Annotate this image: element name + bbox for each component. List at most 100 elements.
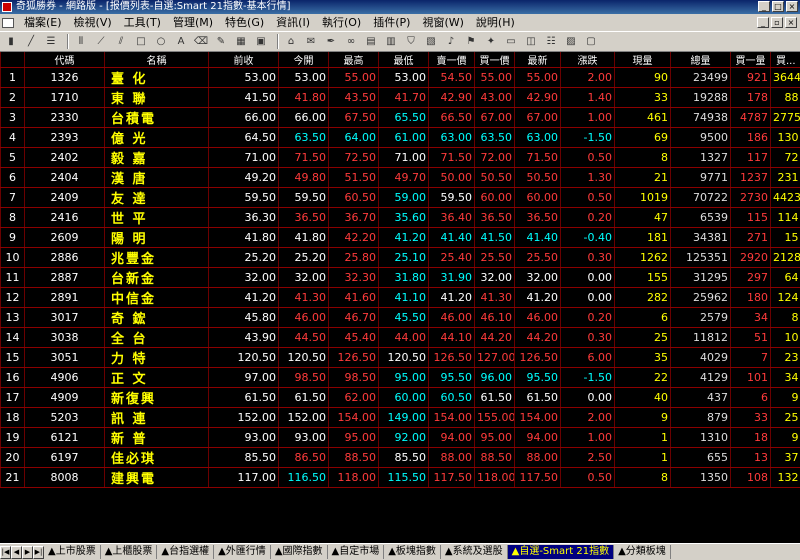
hline-icon[interactable]: ☰	[43, 35, 59, 49]
col-code[interactable]: 代碼	[24, 52, 105, 68]
line-icon[interactable]: ╱	[23, 35, 39, 49]
col-total-volume[interactable]: 總量	[670, 52, 731, 68]
menu-view[interactable]: 檢視(V)	[68, 14, 118, 31]
menu-manage[interactable]: 管理(M)	[167, 14, 219, 31]
tab-scroll-last[interactable]: ▶|	[33, 545, 44, 559]
market-tab[interactable]: ▲分類板塊	[614, 545, 671, 559]
menu-features[interactable]: 特色(G)	[219, 14, 270, 31]
document-icon[interactable]	[2, 17, 14, 28]
tab-scroll-first[interactable]: |◀	[0, 545, 11, 559]
col-name[interactable]: 名稱	[104, 52, 209, 68]
chart-icon[interactable]: ▥	[383, 35, 399, 49]
table-row[interactable]: 20 6197 佳必琪 85.50 86.50 88.50 85.50 88.00 88.50 8…	[0, 447, 800, 468]
market-tab[interactable]: ▲外匯行情	[214, 545, 271, 559]
table-row[interactable]: 12 2891 中信金 41.20 41.30 41.60 41.10 41.20 41.30 4…	[0, 287, 800, 308]
col-bid[interactable]: 買一價	[474, 52, 515, 68]
col-index[interactable]	[0, 52, 25, 68]
shield-icon[interactable]: ⛉	[403, 35, 419, 49]
table-row[interactable]: 8 2416 世 平 36.30 36.50 36.70 35.60 36.40 36.50 36…	[0, 207, 800, 228]
list-icon[interactable]: ☷	[543, 35, 559, 49]
table-row[interactable]: 18 5203 訊 連 152.00 152.00 154.00 149.00 154.00 1…	[0, 407, 800, 428]
market-tab[interactable]: ▲上市股票	[44, 545, 101, 559]
menu-window[interactable]: 視窗(W)	[416, 14, 469, 31]
market-tab[interactable]: ▲上櫃股票	[101, 545, 158, 559]
pen-icon[interactable]: ✒	[323, 35, 339, 49]
circle-icon[interactable]: ○	[153, 35, 169, 49]
menu-tools[interactable]: 工具(T)	[118, 14, 167, 31]
table-row[interactable]: 16 4906 正 文 97.00 98.50 98.50 95.00 95.50 96.00 9…	[0, 367, 800, 388]
mdi-close-button[interactable]: ×	[785, 17, 797, 28]
menu-file[interactable]: 檔案(E)	[18, 14, 68, 31]
vline-icon[interactable]: ⦀	[73, 35, 89, 49]
col-bid-qty[interactable]: 買一量	[730, 52, 771, 68]
table-row[interactable]: 11 2887 台新金 32.00 32.00 32.30 31.80 31.90 32.00 3…	[0, 267, 800, 288]
parallel-icon[interactable]: ⫽	[113, 35, 129, 49]
binoculars-icon[interactable]: ∞	[343, 35, 359, 49]
table-row[interactable]: 14 3038 全 台 43.90 44.50 45.40 44.00 44.10 44.20 4…	[0, 327, 800, 348]
cell-stock-code: 8008	[24, 467, 105, 488]
table-row[interactable]: 9 2609 陽 明 41.80 41.80 42.20 41.20 41.40 41.50 41…	[0, 227, 800, 248]
menu-plugins[interactable]: 插件(P)	[367, 14, 416, 31]
market-tab[interactable]: ▲系統及選股	[441, 545, 508, 559]
minimize-button[interactable]: _	[758, 1, 770, 12]
col-bid2[interactable]: 買...	[770, 52, 800, 68]
cell-prev-close: 32.00	[208, 267, 279, 288]
flag-icon[interactable]: ⚑	[463, 35, 479, 49]
menu-execute[interactable]: 執行(O)	[316, 14, 367, 31]
table-row[interactable]: 1 1326 臺 化 53.00 53.00 55.00 53.00 54.50 55.00 55…	[0, 67, 800, 88]
grid-icon[interactable]: ▦	[233, 35, 249, 49]
bell-icon[interactable]: ♪	[443, 35, 459, 49]
select-icon[interactable]: ▮	[3, 35, 19, 49]
text-icon[interactable]: A	[173, 35, 189, 49]
table-row[interactable]: 19 6121 新 普 93.00 93.00 95.00 92.00 94.00 95.00 9…	[0, 427, 800, 448]
col-low[interactable]: 最低	[378, 52, 429, 68]
split-icon[interactable]: ◫	[523, 35, 539, 49]
market-tab[interactable]: ▲自選-Smart 21指數	[507, 545, 615, 559]
toolbar: ▮ ╱ ☰ ⦀ ⟋ ⫽ □ ○ A ⌫ ✎ ▦ ▣ ⌂ ✉ ✒ ∞ ▤ ▥ ⛉ …	[0, 31, 800, 52]
table-row[interactable]: 5 2402 毅 嘉 71.00 71.50 72.50 71.00 71.50 72.00 71…	[0, 147, 800, 168]
table-row[interactable]: 6 2404 漢 唐 49.20 49.80 51.50 49.70 50.00 50.50 50…	[0, 167, 800, 188]
market-tab[interactable]: ▲台指選權	[157, 545, 215, 559]
pin-icon[interactable]: ✦	[483, 35, 499, 49]
book-icon[interactable]: ▧	[423, 35, 439, 49]
table-row[interactable]: 4 2393 億 光 64.50 63.50 64.00 61.00 63.00 63.50 63…	[0, 127, 800, 148]
picture-icon[interactable]: ▨	[563, 35, 579, 49]
table-row[interactable]: 3 2330 台積電 66.00 66.00 67.50 65.50 66.50 67.00 67…	[0, 107, 800, 128]
col-change[interactable]: 漲跌	[560, 52, 615, 68]
mdi-restore-button[interactable]: ▫	[771, 17, 783, 28]
menu-info[interactable]: 資訊(I)	[270, 14, 316, 31]
table-row[interactable]: 15 3051 力 特 120.50 120.50 126.50 120.50 126.50 1…	[0, 347, 800, 368]
home-icon[interactable]: ⌂	[283, 35, 299, 49]
mdi-minimize-button[interactable]: _	[757, 17, 769, 28]
table-row[interactable]: 13 3017 奇 鋐 45.80 46.00 46.70 45.50 46.00 46.10 4…	[0, 307, 800, 328]
menu-help[interactable]: 說明(H)	[470, 14, 521, 31]
col-ask[interactable]: 賣一價	[428, 52, 475, 68]
message-icon[interactable]: ✉	[303, 35, 319, 49]
table-row[interactable]: 17 4909 新復興 61.50 61.50 62.00 60.00 60.50 61.50 6…	[0, 387, 800, 408]
calendar-icon[interactable]: ▤	[363, 35, 379, 49]
table-row[interactable]: 7 2409 友 達 59.50 59.50 60.50 59.00 59.50 60.00 60…	[0, 187, 800, 208]
window-icon[interactable]: ▭	[503, 35, 519, 49]
table-row[interactable]: 21 8008 建興電 117.00 116.50 118.00 115.50 117.50 1…	[0, 467, 800, 488]
col-last[interactable]: 最新	[514, 52, 561, 68]
market-tab[interactable]: ▲板塊指數	[384, 545, 441, 559]
col-open[interactable]: 今開	[278, 52, 329, 68]
market-tab[interactable]: ▲自定市場	[328, 545, 385, 559]
cell-change: -1.50	[560, 127, 615, 148]
table-row[interactable]: 2 1710 東 聯 41.50 41.80 43.50 41.70 42.90 43.00 42…	[0, 87, 800, 108]
tab-scroll-next[interactable]: ▶	[22, 545, 33, 559]
monitor-icon[interactable]: ▢	[583, 35, 599, 49]
maximize-button[interactable]: □	[772, 1, 784, 12]
eraser-icon[interactable]: ⌫	[193, 35, 209, 49]
rect-icon[interactable]: □	[133, 35, 149, 49]
market-tab[interactable]: ▲國際指數	[271, 545, 328, 559]
col-volume[interactable]: 現量	[614, 52, 671, 68]
save-icon[interactable]: ▣	[253, 35, 269, 49]
col-high[interactable]: 最高	[328, 52, 379, 68]
col-prev-close[interactable]: 前收	[208, 52, 279, 68]
close-button[interactable]: ×	[786, 1, 798, 12]
fan-icon[interactable]: ⟋	[93, 35, 109, 49]
table-row[interactable]: 10 2886 兆豐金 25.20 25.20 25.80 25.10 25.40 25.50 2…	[0, 247, 800, 268]
pencil-icon[interactable]: ✎	[213, 35, 229, 49]
tab-scroll-prev[interactable]: ◀	[11, 545, 22, 559]
